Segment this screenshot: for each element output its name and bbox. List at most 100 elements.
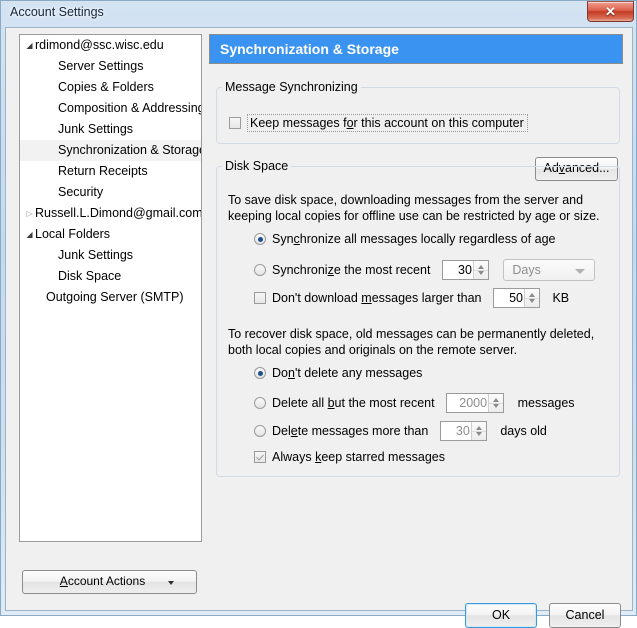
sync-recent-unit-dropdown[interactable]: Days xyxy=(503,259,596,281)
sidebar-item-label: Server Settings xyxy=(58,59,144,74)
delete-all-but-suffix: messages xyxy=(517,396,575,410)
disk-space-legend: Disk Space xyxy=(225,159,289,173)
chevron-down-icon xyxy=(575,269,586,274)
twisty-collapsed-icon[interactable]: ▷ xyxy=(24,203,35,224)
delete-older-spinner-buttons[interactable] xyxy=(470,422,486,440)
delete-older-value: 30 xyxy=(455,424,470,438)
account-actions-button[interactable]: Account Actions xyxy=(22,570,197,594)
no-download-label: Don't download messages larger than xyxy=(272,291,482,305)
page-title: Synchronization & Storage xyxy=(220,41,399,57)
spinner-up-icon[interactable] xyxy=(528,293,535,297)
panel-header: Synchronization & Storage xyxy=(209,34,623,64)
keep-starred-row[interactable]: Always keep starred messages xyxy=(254,450,445,464)
delete-all-but-value: 2000 xyxy=(459,396,488,410)
keep-messages-label: Keep messages for this account on this c… xyxy=(247,114,528,132)
sidebar-item-label: Russell.L.Dimond@gmail.com xyxy=(35,206,202,221)
account-settings-window: Account Settings ✕ ◢ rdimond@ssc.wisc.edu… xyxy=(0,0,637,628)
disk-space-intro: To save disk space, downloading messages… xyxy=(228,193,600,223)
window-title: Account Settings xyxy=(10,5,104,19)
sync-recent-unit-value: Days xyxy=(512,263,541,277)
delete-all-but-row[interactable]: Delete all but the most recent 2000 mess… xyxy=(254,393,575,413)
delete-all-but-radio[interactable] xyxy=(254,397,266,409)
account-tree[interactable]: ◢ rdimond@ssc.wisc.edu Server Settings Copi… xyxy=(19,34,202,542)
dont-delete-row[interactable]: Don't delete any messages xyxy=(254,366,422,380)
sync-all-radio[interactable] xyxy=(254,233,266,245)
sidebar-item[interactable]: Copies & Folders xyxy=(20,77,201,98)
delete-older-suffix: days old xyxy=(500,424,547,438)
delete-all-but-label: Delete all but the most recent xyxy=(272,396,435,410)
twisty-expanded-icon[interactable]: ◢ xyxy=(24,35,35,56)
sync-recent-row[interactable]: Synchronize the most recent 30 Days xyxy=(254,259,596,281)
sync-recent-spinner-buttons[interactable] xyxy=(472,261,488,279)
spinner-down-icon[interactable] xyxy=(477,271,484,275)
sync-all-row[interactable]: Synchronize all messages locally regardl… xyxy=(254,232,556,246)
sidebar-item-label: Synchronization & Storage xyxy=(58,143,202,158)
keep-starred-checkbox[interactable] xyxy=(254,451,266,463)
dialog-client-area: ◢ rdimond@ssc.wisc.edu Server Settings Copi… xyxy=(5,27,633,628)
twisty-expanded-icon[interactable]: ◢ xyxy=(24,224,35,245)
delete-all-but-spinner-buttons[interactable] xyxy=(488,394,504,412)
keep-messages-row[interactable]: Keep messages for this account on this c… xyxy=(229,114,528,132)
no-download-row[interactable]: Don't download messages larger than 50 K… xyxy=(254,288,569,308)
message-synchronizing-legend: Message Synchronizing xyxy=(225,80,358,94)
spinner-down-icon[interactable] xyxy=(475,432,482,436)
sidebar-item-label: Local Folders xyxy=(35,227,111,242)
delete-all-but-spinner[interactable]: 2000 xyxy=(446,393,505,413)
sidebar-item[interactable]: Junk Settings xyxy=(20,119,201,140)
sidebar-item[interactable]: Return Receipts xyxy=(20,161,201,182)
sidebar-item-label: Disk Space xyxy=(58,269,122,284)
keep-messages-checkbox[interactable] xyxy=(229,117,241,129)
sidebar-item[interactable]: Synchronization & Storage xyxy=(20,140,201,161)
no-download-checkbox[interactable] xyxy=(254,292,266,304)
sync-all-label: Synchronize all messages locally regardl… xyxy=(272,232,556,246)
sidebar-item-label: Composition & Addressing xyxy=(58,101,202,116)
sidebar-item[interactable]: ◢ Local Folders xyxy=(20,224,201,245)
sidebar-item[interactable]: Composition & Addressing xyxy=(20,98,201,119)
sidebar-item[interactable]: Server Settings xyxy=(20,56,201,77)
sync-recent-value: 30 xyxy=(458,263,472,277)
no-download-value: 50 xyxy=(509,291,523,305)
dont-delete-radio[interactable] xyxy=(254,367,266,379)
sidebar-item[interactable]: ▷ Russell.L.Dimond@gmail.com xyxy=(20,203,201,224)
spinner-down-icon[interactable] xyxy=(493,404,500,408)
no-download-unit: KB xyxy=(552,291,570,305)
spinner-up-icon[interactable] xyxy=(477,265,484,269)
keep-starred-label: Always keep starred messages xyxy=(272,450,446,464)
chevron-down-icon xyxy=(168,581,174,585)
disk-space-group: Disk Space To save disk space, downloadi… xyxy=(216,159,620,477)
recover-text: To recover disk space, old messages can … xyxy=(228,327,595,357)
settings-panel: Synchronization & Storage Message Synchr… xyxy=(209,34,623,542)
sidebar-item-label: Junk Settings xyxy=(58,248,134,263)
dont-delete-label: Don't delete any messages xyxy=(272,366,423,380)
sidebar-item[interactable]: ◢ rdimond@ssc.wisc.edu xyxy=(20,35,201,56)
sidebar-item-label: rdimond@ssc.wisc.edu xyxy=(35,38,164,53)
cancel-button-label: Cancel xyxy=(565,608,605,622)
delete-older-spinner[interactable]: 30 xyxy=(439,421,487,441)
sidebar-item[interactable]: Outgoing Server (SMTP) xyxy=(20,287,201,308)
sync-recent-spinner[interactable]: 30 xyxy=(441,260,489,280)
sidebar-item-label: Copies & Folders xyxy=(58,80,154,95)
close-icon[interactable]: ✕ xyxy=(587,1,634,22)
close-glyph: ✕ xyxy=(605,4,616,19)
delete-older-radio[interactable] xyxy=(254,425,266,437)
sidebar-item[interactable]: Junk Settings xyxy=(20,245,201,266)
no-download-spinner-buttons[interactable] xyxy=(523,289,539,307)
sidebar-item[interactable]: Disk Space xyxy=(20,266,201,287)
sidebar-item-label: Security xyxy=(58,185,104,200)
delete-older-row[interactable]: Delete messages more than 30 days old xyxy=(254,421,547,441)
delete-older-label: Delete messages more than xyxy=(272,424,429,438)
spinner-down-icon[interactable] xyxy=(528,299,535,303)
account-actions-text-rest: ccount Actions xyxy=(67,574,146,588)
no-download-spinner[interactable]: 50 xyxy=(492,288,540,308)
spinner-up-icon[interactable] xyxy=(475,426,482,430)
sidebar-item-label: Junk Settings xyxy=(58,122,134,137)
sidebar-item-label: Outgoing Server (SMTP) xyxy=(46,290,184,305)
sidebar-item[interactable]: Security xyxy=(20,182,201,203)
sync-recent-label: Synchronize the most recent xyxy=(272,263,431,277)
title-bar: Account Settings ✕ xyxy=(1,1,637,27)
ok-button-label: OK xyxy=(491,608,511,622)
message-synchronizing-group: Message Synchronizing Keep messages for … xyxy=(216,80,620,144)
spinner-up-icon[interactable] xyxy=(493,398,500,402)
sidebar-item-label: Return Receipts xyxy=(58,164,148,179)
sync-recent-radio[interactable] xyxy=(254,264,266,276)
